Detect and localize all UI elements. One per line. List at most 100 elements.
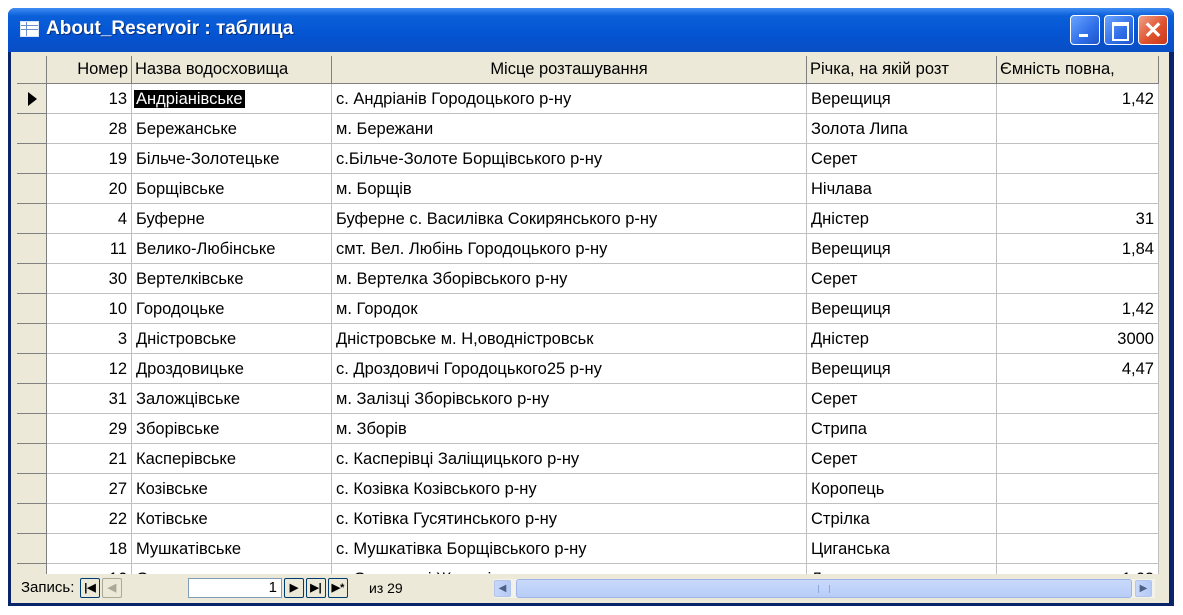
horizontal-scroll-thumb[interactable] xyxy=(516,579,1132,598)
row-selector[interactable] xyxy=(17,414,47,444)
table-row[interactable]: 29 Зборівське м. Зборів Стрипа xyxy=(17,414,1159,444)
scroll-left-icon[interactable]: ◀ xyxy=(494,580,511,597)
row-selector[interactable] xyxy=(17,294,47,324)
cell-river[interactable]: Циганська xyxy=(807,534,997,564)
cell-location[interactable]: Буферне с. Василівка Сокирянського р-ну xyxy=(332,204,807,234)
table-row[interactable]: 13 Андріанівське с. Андріанів Городоцького… xyxy=(17,84,1159,114)
cell-number[interactable]: 3 xyxy=(47,324,132,354)
table-row[interactable]: 28 Бережанське м. Бережани Золота Липа xyxy=(17,114,1159,144)
cell-number[interactable]: 31 xyxy=(47,384,132,414)
cell-capacity[interactable]: 1,84 xyxy=(997,234,1159,264)
cell-capacity[interactable] xyxy=(997,384,1159,414)
cell-number[interactable]: 16 xyxy=(47,564,132,574)
cell-location[interactable]: с.Більче-Золоте Борщівського р-ну xyxy=(332,144,807,174)
table-row[interactable]: 22 Котівське с. Котівка Гусятинського р-ну… xyxy=(17,504,1159,534)
new-record-button[interactable]: ▶* xyxy=(328,578,348,598)
previous-record-button[interactable]: ◀ xyxy=(102,578,122,598)
cell-number[interactable]: 21 xyxy=(47,444,132,474)
cell-name[interactable]: Андріанівське xyxy=(132,84,332,114)
table-row[interactable]: 16Отиневицькес. Отиневичі Жидачівського … xyxy=(17,564,1159,574)
cell-name[interactable]: Касперівське xyxy=(132,444,332,474)
cell-location[interactable]: м. Борщів xyxy=(332,174,807,204)
row-selector[interactable] xyxy=(17,444,47,474)
cell-name[interactable]: Борщівське xyxy=(132,174,332,204)
column-header-river[interactable]: Річка, на якій розт xyxy=(807,56,997,83)
cell-location[interactable]: м. Бережани xyxy=(332,114,807,144)
cell-river[interactable]: Верещиця xyxy=(807,354,997,384)
cell-number[interactable]: 20 xyxy=(47,174,132,204)
table-row[interactable]: 27 Козівське с. Козівка Козівського р-ну Ко… xyxy=(17,474,1159,504)
table-row[interactable]: 31 Заложцівське м. Залізці Зборівського р-… xyxy=(17,384,1159,414)
cell-location[interactable]: с. Котівка Гусятинського р-ну xyxy=(332,504,807,534)
cell-river[interactable]: Серет xyxy=(807,384,997,414)
cell-number[interactable]: 18 xyxy=(47,534,132,564)
cell-name[interactable]: Вертелківське xyxy=(132,264,332,294)
row-selector[interactable] xyxy=(17,234,47,264)
cell-river[interactable]: Верещиця xyxy=(807,294,997,324)
table-row[interactable]: 30 Вертелківське м. Вертелка Зборівського … xyxy=(17,264,1159,294)
cell-name[interactable]: Буферне xyxy=(132,204,332,234)
cell-name[interactable]: Городоцьке xyxy=(132,294,332,324)
cell-capacity[interactable] xyxy=(997,414,1159,444)
cell-number[interactable]: 4 xyxy=(47,204,132,234)
cell-capacity[interactable]: 3000 xyxy=(997,324,1159,354)
cell-location[interactable]: м. Городок xyxy=(332,294,807,324)
cell-number[interactable]: 11 xyxy=(47,234,132,264)
last-record-button[interactable]: ▶| xyxy=(306,578,326,598)
table-row[interactable]: 19 Більче-Золотецьке с.Більче-Золоте Борщі… xyxy=(17,144,1159,174)
cell-capacity[interactable] xyxy=(997,474,1159,504)
row-selector[interactable] xyxy=(17,474,47,504)
table-row[interactable]: 21 Касперівське с. Касперівці Заліщицького… xyxy=(17,444,1159,474)
cell-number[interactable]: 28 xyxy=(47,114,132,144)
row-selector[interactable] xyxy=(17,564,47,574)
cell-river[interactable]: Дністер xyxy=(807,324,997,354)
cell-capacity[interactable]: 31 xyxy=(997,204,1159,234)
cell-capacity[interactable]: 4,47 xyxy=(997,354,1159,384)
cell-number[interactable]: 22 xyxy=(47,504,132,534)
cell-number[interactable]: 27 xyxy=(47,474,132,504)
cell-location[interactable]: с. Отиневичі Жидачівського р-ну xyxy=(332,564,807,574)
row-selector[interactable] xyxy=(17,354,47,384)
table-row[interactable]: 20 Борщівське м. Борщів Нічлава xyxy=(17,174,1159,204)
cell-river[interactable]: Стрипа xyxy=(807,414,997,444)
column-header-name[interactable]: Назва водосховища xyxy=(132,56,332,83)
cell-river[interactable]: Серет xyxy=(807,264,997,294)
cell-location[interactable]: с. Андріанів Городоцького р-ну xyxy=(332,84,807,114)
cell-number[interactable]: 10 xyxy=(47,294,132,324)
cell-name[interactable]: Дроздовицьке xyxy=(132,354,332,384)
title-bar[interactable]: About_Reservoir : таблица ✕ xyxy=(8,8,1174,52)
cell-location[interactable]: Дністровське м. Н,оводністровськ xyxy=(332,324,807,354)
row-selector[interactable] xyxy=(17,114,47,144)
row-selector[interactable] xyxy=(17,504,47,534)
cell-river[interactable]: Коропець xyxy=(807,474,997,504)
cell-name[interactable]: Котівське xyxy=(132,504,332,534)
cell-location[interactable]: м. Вертелка Зборівського р-ну xyxy=(332,264,807,294)
row-selector[interactable] xyxy=(17,84,47,114)
record-number-input[interactable]: 1 xyxy=(188,578,282,598)
table-row[interactable]: 12 Дроздовицьке с. Дроздовичі Городоцького… xyxy=(17,354,1159,384)
close-button[interactable]: ✕ xyxy=(1138,15,1168,45)
cell-location[interactable]: м. Зборів xyxy=(332,414,807,444)
cell-location[interactable]: м. Залізці Зборівського р-ну xyxy=(332,384,807,414)
cell-name[interactable]: Козівське xyxy=(132,474,332,504)
cell-capacity[interactable] xyxy=(997,174,1159,204)
cell-river[interactable]: Золота Липа xyxy=(807,114,997,144)
cell-location[interactable]: с. Дроздовичі Городоцького25 р-ну xyxy=(332,354,807,384)
cell-name[interactable]: Заложцівське xyxy=(132,384,332,414)
row-selector[interactable] xyxy=(17,174,47,204)
cell-capacity[interactable]: 1,42 xyxy=(997,294,1159,324)
cell-capacity[interactable] xyxy=(997,534,1159,564)
scroll-right-icon[interactable]: ▶ xyxy=(1135,580,1152,597)
row-selector[interactable] xyxy=(17,144,47,174)
cell-river[interactable]: Нічлава xyxy=(807,174,997,204)
cell-capacity[interactable] xyxy=(997,504,1159,534)
cell-location[interactable]: смт. Вел. Любінь Городоцького р-ну xyxy=(332,234,807,264)
column-header-location[interactable]: Місце розташування xyxy=(332,56,807,83)
next-record-button[interactable]: ▶ xyxy=(284,578,304,598)
cell-number[interactable]: 19 xyxy=(47,144,132,174)
cell-name[interactable]: Бережанське xyxy=(132,114,332,144)
row-selector[interactable] xyxy=(17,264,47,294)
column-header-number[interactable]: Номер xyxy=(47,56,132,83)
cell-river[interactable]: Верещиця xyxy=(807,234,997,264)
cell-name[interactable]: Більче-Золотецьке xyxy=(132,144,332,174)
